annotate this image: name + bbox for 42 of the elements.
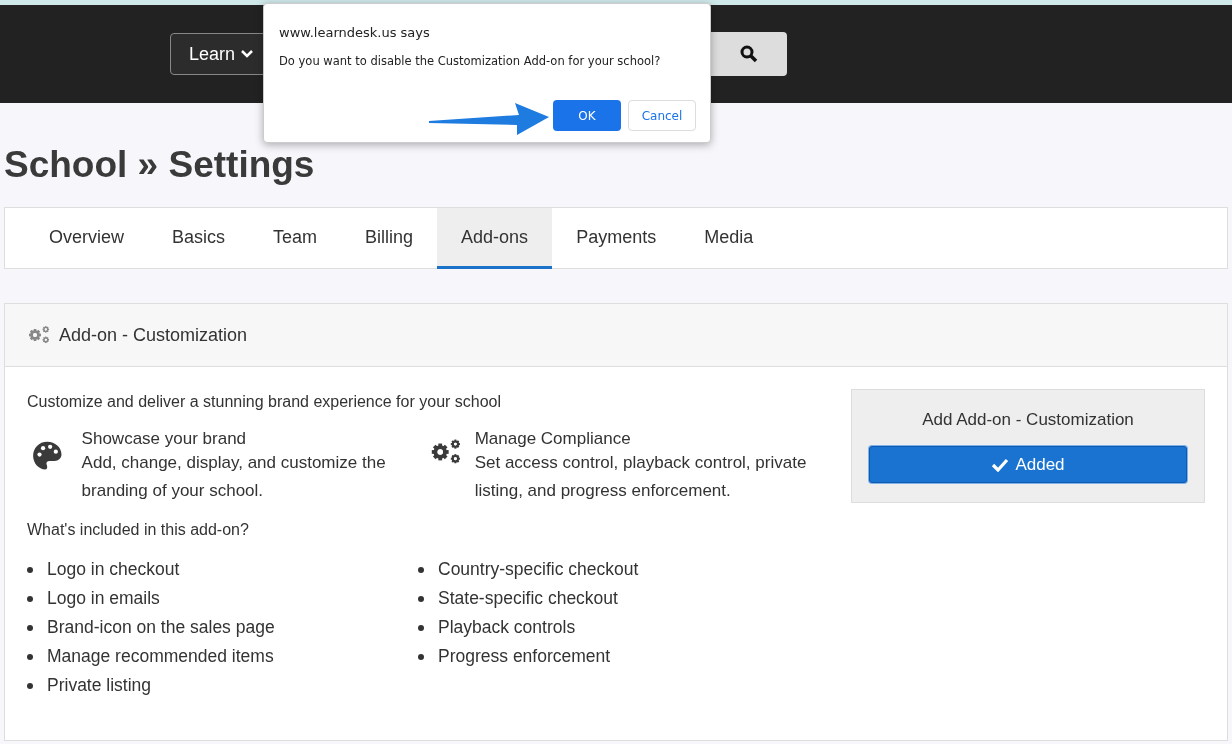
tab[interactable]: Billing bbox=[341, 208, 438, 269]
tab[interactable]: Media bbox=[680, 208, 778, 269]
included-heading: What's included in this add-on? bbox=[27, 521, 250, 539]
bullet-icon bbox=[418, 566, 424, 573]
bullet-icon bbox=[418, 595, 424, 602]
included-item: Brand-icon on the sales page bbox=[47, 616, 275, 639]
included-item: State-specific checkout bbox=[438, 587, 618, 610]
tab[interactable]: Overview bbox=[25, 208, 148, 269]
bullet-icon bbox=[418, 624, 424, 631]
tab[interactable]: Basics bbox=[148, 208, 250, 269]
feature-text: Set access control, playback control, private listing, and progress enforcement. bbox=[474, 452, 808, 502]
panel-title: Add-on - Customization bbox=[59, 324, 248, 346]
feature-title: Showcase your brand bbox=[81, 429, 248, 449]
intro-text: Customize and deliver a stunning brand experience for your school bbox=[27, 393, 503, 411]
gears-icon bbox=[27, 325, 51, 345]
bullet-icon bbox=[418, 653, 424, 660]
search-button[interactable] bbox=[710, 32, 787, 76]
ok-button[interactable]: OK bbox=[553, 100, 621, 131]
card-title: Add Add-on - Customization bbox=[922, 410, 1134, 431]
bullet-icon bbox=[27, 566, 33, 573]
tab[interactable]: Team bbox=[249, 208, 342, 269]
check-icon bbox=[991, 457, 1010, 472]
tab[interactable]: Add-ons bbox=[437, 208, 553, 269]
bullet-icon bbox=[27, 624, 33, 631]
added-button[interactable]: Added bbox=[869, 446, 1187, 483]
page-title: School » Settings bbox=[4, 143, 316, 187]
chevron-icon bbox=[241, 50, 254, 58]
search-icon bbox=[739, 45, 758, 63]
included-item: Country-specific checkout bbox=[438, 558, 639, 581]
tab[interactable]: Payments bbox=[552, 208, 681, 269]
included-item: Progress enforcement bbox=[438, 645, 611, 668]
included-item: Private listing bbox=[47, 674, 152, 697]
bullet-icon bbox=[27, 653, 33, 660]
bullet-icon bbox=[27, 682, 33, 689]
included-item: Playback controls bbox=[438, 616, 576, 639]
cancel-button[interactable]: Cancel bbox=[628, 100, 696, 131]
included-item: Logo in checkout bbox=[47, 558, 180, 581]
included-item: Manage recommended items bbox=[47, 645, 274, 668]
included-item: Logo in emails bbox=[47, 587, 160, 610]
feature-text: Add, change, display, and customize the branding of your school. bbox=[81, 452, 387, 502]
bullet-icon bbox=[27, 595, 33, 602]
feature-title: Manage Compliance bbox=[474, 429, 632, 449]
